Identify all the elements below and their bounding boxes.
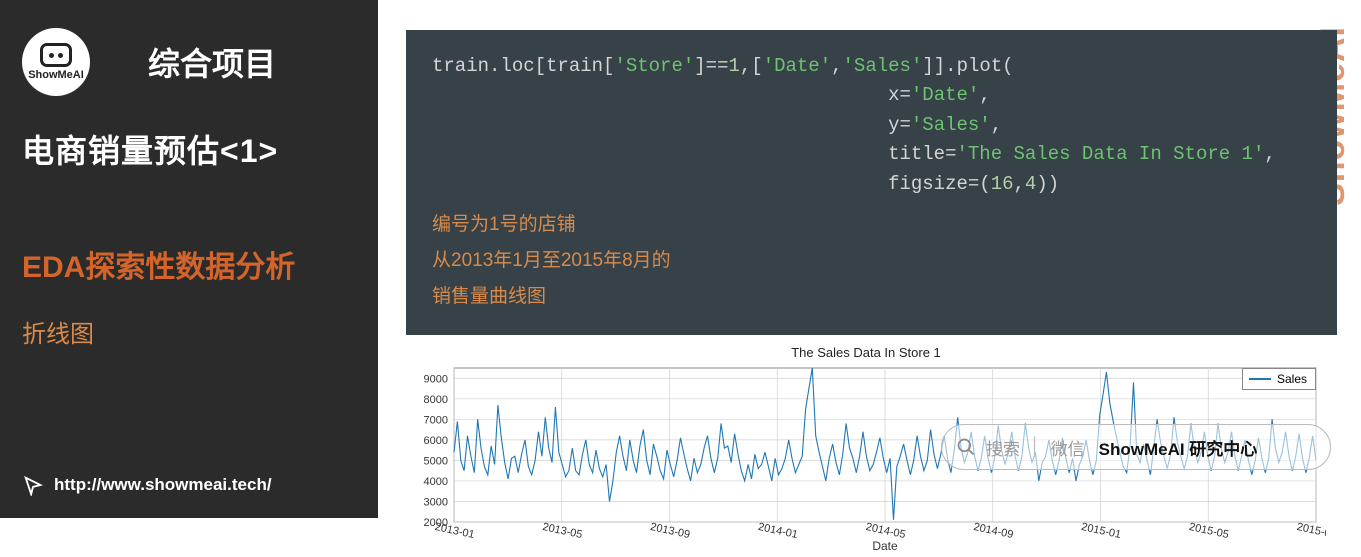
code-line-5: figsize=(16,4))	[432, 170, 1311, 199]
robot-icon	[40, 43, 72, 67]
search-label-2: 微信	[1051, 435, 1085, 460]
svg-text:Date: Date	[872, 539, 898, 552]
search-pill[interactable]: 搜索 │ 微信 ShowMeAI 研究中心	[941, 424, 1331, 470]
search-label-1: 搜索	[986, 435, 1020, 460]
code-block: train.loc[train['Store']==1,['Date','Sal…	[406, 30, 1337, 335]
svg-text:7000: 7000	[424, 415, 448, 427]
svg-text:2015-09: 2015-09	[1296, 521, 1326, 541]
svg-text:2015-05: 2015-05	[1188, 521, 1230, 541]
search-sep: │	[1030, 437, 1041, 457]
eda-label: EDA	[22, 251, 85, 284]
sidebar: ShowMeAI 综合项目 电商销量预估<1> EDA探索性数据分析 折线图 h…	[0, 0, 378, 518]
svg-text:2013-05: 2013-05	[541, 521, 583, 541]
cursor-icon	[22, 474, 44, 496]
code-line-4: title='The Sales Data In Store 1',	[432, 140, 1311, 169]
legend-swatch	[1249, 378, 1271, 380]
heading-sub: 折线图	[22, 314, 356, 349]
logo-text: ShowMeAI	[28, 69, 84, 81]
heading-project: 综合项目	[148, 39, 276, 85]
note-line-1: 编号为1号的店铺	[432, 207, 1311, 243]
legend-label: Sales	[1277, 372, 1307, 386]
svg-text:2013-09: 2013-09	[649, 521, 691, 541]
svg-text:2013-01: 2013-01	[434, 521, 476, 541]
heading-eda: EDA探索性数据分析	[22, 242, 356, 286]
content: ShowMeAI train.loc[train['Store']==1,['D…	[378, 0, 1361, 518]
svg-text:8000: 8000	[424, 394, 448, 406]
code-annotation: 编号为1号的店铺 从2013年1月至2015年8月的 销售量曲线图	[432, 207, 1311, 315]
svg-text:9000: 9000	[424, 374, 448, 386]
note-line-2: 从2013年1月至2015年8月的	[432, 243, 1311, 279]
search-bold: ShowMeAI 研究中心	[1099, 435, 1258, 460]
code-line-2: x='Date',	[432, 81, 1311, 110]
footer-link[interactable]: http://www.showmeai.tech/	[22, 474, 272, 496]
svg-text:2014-09: 2014-09	[972, 521, 1014, 541]
heading-title: 电商销量预估<1>	[22, 126, 356, 172]
code-line-1: train.loc[train['Store']==1,['Date','Sal…	[432, 52, 1311, 81]
logo: ShowMeAI	[22, 28, 90, 96]
note-line-3: 销售量曲线图	[432, 279, 1311, 315]
code-line-3: y='Sales',	[432, 111, 1311, 140]
legend: Sales	[1242, 368, 1316, 390]
chart-title: The Sales Data In Store 1	[406, 345, 1326, 360]
svg-text:2014-01: 2014-01	[757, 521, 799, 541]
footer-url: http://www.showmeai.tech/	[54, 475, 272, 495]
svg-text:2015-01: 2015-01	[1080, 521, 1122, 541]
svg-text:4000: 4000	[424, 476, 448, 488]
svg-text:5000: 5000	[424, 456, 448, 468]
eda-rest: 探索性数据分析	[85, 251, 295, 284]
search-icon	[956, 437, 976, 457]
svg-text:3000: 3000	[424, 497, 448, 509]
svg-text:6000: 6000	[424, 435, 448, 447]
